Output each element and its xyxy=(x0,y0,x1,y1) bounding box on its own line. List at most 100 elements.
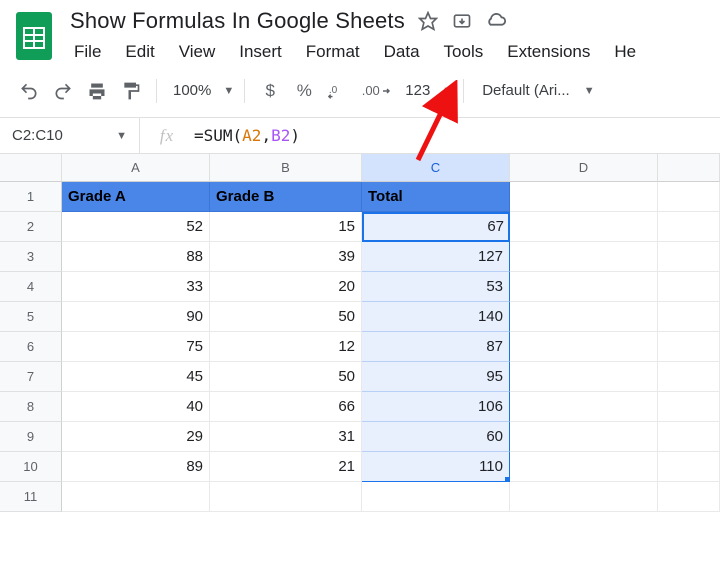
menu-help[interactable]: He xyxy=(610,40,640,64)
cell[interactable]: 88 xyxy=(62,242,210,272)
row-header[interactable]: 9 xyxy=(0,422,62,452)
cell[interactable] xyxy=(658,392,720,422)
cell[interactable]: 87 xyxy=(362,332,510,362)
row-header[interactable]: 11 xyxy=(0,482,62,512)
cell[interactable]: 95 xyxy=(362,362,510,392)
cell[interactable]: 75 xyxy=(62,332,210,362)
menu-file[interactable]: File xyxy=(70,40,105,64)
print-button[interactable] xyxy=(82,76,112,106)
cell[interactable]: 31 xyxy=(210,422,362,452)
cell[interactable]: 52 xyxy=(62,212,210,242)
zoom-dropdown[interactable]: 100%▼ xyxy=(167,82,234,99)
cell[interactable]: 20 xyxy=(210,272,362,302)
cell[interactable] xyxy=(510,422,658,452)
menu-data[interactable]: Data xyxy=(380,40,424,64)
cell[interactable]: 90 xyxy=(62,302,210,332)
cell[interactable]: Grade A xyxy=(62,182,210,212)
decrease-decimal-button[interactable]: .0 xyxy=(323,76,353,106)
cell[interactable] xyxy=(658,482,720,512)
menu-tools[interactable]: Tools xyxy=(440,40,488,64)
cell[interactable] xyxy=(658,212,720,242)
undo-button[interactable] xyxy=(14,76,44,106)
row-header[interactable]: 1 xyxy=(0,182,62,212)
col-header-b[interactable]: B xyxy=(210,154,362,182)
cell[interactable]: 29 xyxy=(62,422,210,452)
font-dropdown[interactable]: Default (Ari...▼ xyxy=(474,82,594,99)
row-header[interactable]: 2 xyxy=(0,212,62,242)
paint-format-button[interactable] xyxy=(116,76,146,106)
cell[interactable] xyxy=(210,482,362,512)
cell[interactable]: 89 xyxy=(62,452,210,482)
cell[interactable] xyxy=(510,212,658,242)
cell[interactable]: 21 xyxy=(210,452,362,482)
col-header-e[interactable] xyxy=(658,154,720,182)
cell[interactable]: 45 xyxy=(62,362,210,392)
cell[interactable]: 127 xyxy=(362,242,510,272)
cloud-status-icon[interactable] xyxy=(485,10,507,32)
spreadsheet-grid[interactable]: A B C D 1 Grade A Grade B Total 2521567 … xyxy=(0,154,720,512)
cell[interactable]: 39 xyxy=(210,242,362,272)
cell[interactable] xyxy=(510,182,658,212)
row-header[interactable]: 3 xyxy=(0,242,62,272)
cell[interactable] xyxy=(62,482,210,512)
menu-view[interactable]: View xyxy=(175,40,220,64)
star-icon[interactable] xyxy=(417,10,439,32)
col-header-a[interactable]: A xyxy=(62,154,210,182)
row-header[interactable]: 5 xyxy=(0,302,62,332)
cell[interactable] xyxy=(658,182,720,212)
cell[interactable]: 12 xyxy=(210,332,362,362)
cell[interactable]: 50 xyxy=(210,362,362,392)
cell[interactable] xyxy=(658,362,720,392)
cell[interactable]: 15 xyxy=(210,212,362,242)
cell[interactable] xyxy=(362,482,510,512)
select-all-corner[interactable] xyxy=(0,154,62,182)
cell[interactable]: 50 xyxy=(210,302,362,332)
row-header[interactable]: 7 xyxy=(0,362,62,392)
menu-format[interactable]: Format xyxy=(302,40,364,64)
cell[interactable]: 53 xyxy=(362,272,510,302)
cell[interactable] xyxy=(658,272,720,302)
cell[interactable]: Grade B xyxy=(210,182,362,212)
row-header[interactable]: 6 xyxy=(0,332,62,362)
row-header[interactable]: 10 xyxy=(0,452,62,482)
cell[interactable] xyxy=(510,332,658,362)
menu-edit[interactable]: Edit xyxy=(121,40,158,64)
cell[interactable] xyxy=(510,452,658,482)
cell[interactable] xyxy=(658,452,720,482)
cell[interactable]: 60 xyxy=(362,422,510,452)
doc-title[interactable]: Show Formulas In Google Sheets xyxy=(70,8,405,34)
increase-decimal-button[interactable]: .00 xyxy=(357,76,395,106)
number-format-dropdown[interactable]: 123▼ xyxy=(399,82,453,99)
cell[interactable]: 66 xyxy=(210,392,362,422)
menu-insert[interactable]: Insert xyxy=(235,40,286,64)
cell[interactable]: 106 xyxy=(362,392,510,422)
name-box[interactable]: C2:C10 ▼ xyxy=(0,118,140,153)
cell[interactable]: 40 xyxy=(62,392,210,422)
menu-extensions[interactable]: Extensions xyxy=(503,40,594,64)
cell[interactable] xyxy=(658,302,720,332)
cell[interactable] xyxy=(510,362,658,392)
redo-button[interactable] xyxy=(48,76,78,106)
cell[interactable] xyxy=(658,242,720,272)
row-header[interactable]: 8 xyxy=(0,392,62,422)
cell[interactable] xyxy=(510,302,658,332)
cell[interactable]: 110 xyxy=(362,452,510,482)
percent-button[interactable]: % xyxy=(289,76,319,106)
cell[interactable] xyxy=(658,422,720,452)
cell[interactable] xyxy=(510,392,658,422)
cell[interactable] xyxy=(510,272,658,302)
cell[interactable]: Total xyxy=(362,182,510,212)
formula-input[interactable]: =SUM(A2,B2) xyxy=(194,126,300,145)
currency-button[interactable]: $ xyxy=(255,76,285,106)
cell[interactable]: 33 xyxy=(62,272,210,302)
cell[interactable] xyxy=(510,242,658,272)
sheets-logo[interactable] xyxy=(12,8,56,64)
move-icon[interactable] xyxy=(451,10,473,32)
cell[interactable] xyxy=(658,332,720,362)
cell[interactable]: 67 xyxy=(362,212,510,242)
col-header-c[interactable]: C xyxy=(362,154,510,182)
col-header-d[interactable]: D xyxy=(510,154,658,182)
cell[interactable] xyxy=(510,482,658,512)
row-header[interactable]: 4 xyxy=(0,272,62,302)
cell[interactable]: 140 xyxy=(362,302,510,332)
